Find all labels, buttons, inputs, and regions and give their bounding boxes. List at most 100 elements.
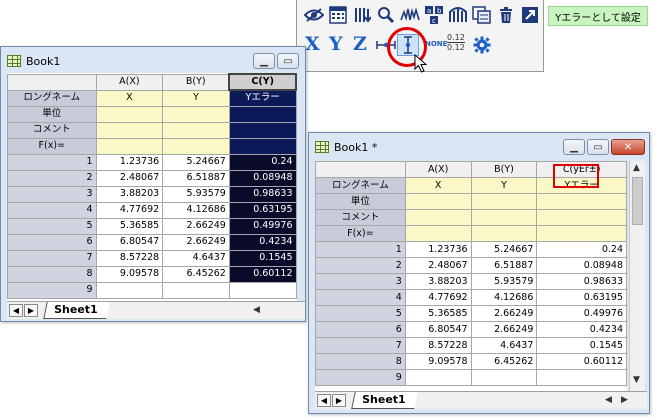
data-cell[interactable]: 3.88203	[95, 185, 164, 203]
sheet1-tab[interactable]: Sheet1	[43, 302, 110, 319]
prev-sheet-button[interactable]: ◀	[317, 394, 331, 407]
data-cell[interactable]: 6.80547	[404, 321, 472, 338]
data-cell[interactable]: 5.24667	[470, 241, 538, 258]
row-number[interactable]: 6	[315, 321, 406, 338]
column-header-b[interactable]: B(Y)	[470, 161, 538, 178]
scroll-right-icon[interactable]: ▶	[621, 395, 628, 405]
column-header-c[interactable]: C(yEr±)	[536, 161, 627, 178]
column-header-a[interactable]: A(X)	[95, 73, 164, 91]
meta-cell[interactable]: Y	[470, 177, 538, 194]
data-cell[interactable]: 0.63195	[228, 201, 297, 219]
data-cell[interactable]	[228, 281, 297, 299]
meta-row-label[interactable]: ロングネーム	[7, 89, 97, 107]
scroll-thumb[interactable]	[632, 177, 643, 225]
set-as-z-button[interactable]: Z	[353, 33, 367, 55]
split-columns-icon[interactable]	[447, 4, 469, 26]
row-number[interactable]: 4	[7, 201, 97, 219]
data-cell[interactable]: 4.6437	[470, 337, 538, 354]
data-cell[interactable]: 2.66249	[162, 233, 230, 251]
data-cell[interactable]: 2.66249	[470, 321, 538, 338]
data-cell[interactable]	[536, 369, 627, 386]
data-cell[interactable]: 0.08948	[228, 169, 297, 187]
data-cell[interactable]: 6.45262	[162, 265, 230, 283]
meta-cell[interactable]	[162, 137, 230, 155]
data-cell[interactable]	[470, 369, 538, 386]
data-cell[interactable]: 0.4234	[536, 321, 627, 338]
data-cell[interactable]: 0.49976	[228, 217, 297, 235]
meta-cell[interactable]	[95, 137, 164, 155]
meta-cell[interactable]: X	[404, 177, 472, 194]
signal-wave-icon[interactable]	[399, 4, 421, 26]
meta-cell[interactable]	[404, 225, 472, 242]
data-cell[interactable]: 0.98633	[536, 273, 627, 290]
next-sheet-button[interactable]: ▶	[332, 394, 346, 407]
meta-cell[interactable]	[470, 209, 538, 226]
data-cell[interactable]	[162, 281, 230, 299]
meta-cell[interactable]	[404, 193, 472, 210]
grid-corner[interactable]	[7, 73, 97, 91]
data-cell[interactable]: 4.12686	[470, 289, 538, 306]
x-error-bar-icon[interactable]	[375, 34, 397, 56]
data-cell[interactable]: 6.51887	[162, 169, 230, 187]
meta-cell[interactable]	[536, 193, 627, 210]
meta-row-label[interactable]: コメント	[315, 209, 406, 226]
meta-cell[interactable]	[162, 105, 230, 123]
meta-cell[interactable]	[228, 105, 297, 123]
data-cell[interactable]: 8.57228	[404, 337, 472, 354]
meta-row-label[interactable]: F(x)=	[7, 137, 97, 155]
grid-corner[interactable]	[315, 161, 406, 178]
data-cell[interactable]: 0.24	[536, 241, 627, 258]
data-cell[interactable]: 4.6437	[162, 249, 230, 267]
data-cell[interactable]: 0.1545	[536, 337, 627, 354]
set-as-y-button[interactable]: Y	[329, 33, 343, 55]
data-cell[interactable]: 2.48067	[95, 169, 164, 187]
meta-cell[interactable]	[95, 105, 164, 123]
data-cell[interactable]: 0.1545	[228, 249, 297, 267]
gear-icon[interactable]	[471, 34, 493, 56]
meta-row-label[interactable]: コメント	[7, 121, 97, 139]
row-number[interactable]: 9	[7, 281, 97, 299]
data-cell[interactable]: 4.77692	[404, 289, 472, 306]
meta-cell[interactable]	[162, 121, 230, 139]
export-arrow-icon[interactable]	[519, 4, 541, 26]
row-number[interactable]: 8	[315, 353, 406, 370]
data-cell[interactable]: 2.66249	[470, 305, 538, 322]
row-number[interactable]: 3	[315, 273, 406, 290]
data-cell[interactable]: 0.60112	[536, 353, 627, 370]
abc-labels-icon[interactable]: abc	[423, 4, 445, 26]
calculator-grid-icon[interactable]	[327, 4, 349, 26]
meta-cell[interactable]	[228, 137, 297, 155]
data-cell[interactable]: 4.12686	[162, 201, 230, 219]
meta-cell[interactable]: X	[95, 89, 164, 107]
meta-cell[interactable]: Yエラー	[536, 177, 627, 194]
meta-cell[interactable]	[470, 225, 538, 242]
decimal-format-button[interactable]: 0.12 0.12	[447, 33, 465, 52]
data-cell[interactable]: 6.45262	[470, 353, 538, 370]
row-number[interactable]: 7	[315, 337, 406, 354]
minimize-button[interactable]: ▁	[563, 139, 585, 155]
data-cell[interactable]: 0.4234	[228, 233, 297, 251]
meta-row-label[interactable]: F(x)=	[315, 225, 406, 242]
y-error-bar-button[interactable]	[397, 34, 419, 56]
data-cell[interactable]: 5.36585	[404, 305, 472, 322]
data-cell[interactable]: 0.63195	[536, 289, 627, 306]
data-cell[interactable]: 3.88203	[404, 273, 472, 290]
meta-cell[interactable]	[536, 225, 627, 242]
row-number[interactable]: 8	[7, 265, 97, 283]
scroll-left-icon[interactable]: ◀	[253, 305, 260, 315]
meta-cell[interactable]: Yエラー	[228, 89, 297, 107]
close-button[interactable]: ✕	[611, 139, 645, 155]
data-cell[interactable]: 5.36585	[95, 217, 164, 235]
maximize-button[interactable]: ▭	[277, 53, 299, 69]
column-header-c[interactable]: C(Y)	[228, 73, 297, 91]
disregard-label[interactable]: NONE	[425, 40, 447, 48]
data-cell[interactable]: 5.93579	[470, 273, 538, 290]
row-number[interactable]: 7	[7, 249, 97, 267]
data-cell[interactable]: 4.77692	[95, 201, 164, 219]
prev-sheet-button[interactable]: ◀	[9, 304, 23, 317]
column-header-b[interactable]: B(Y)	[162, 73, 230, 91]
row-number[interactable]: 2	[7, 169, 97, 187]
sort-columns-icon[interactable]	[351, 4, 373, 26]
meta-row-label[interactable]: 単位	[7, 105, 97, 123]
row-number[interactable]: 5	[315, 305, 406, 322]
